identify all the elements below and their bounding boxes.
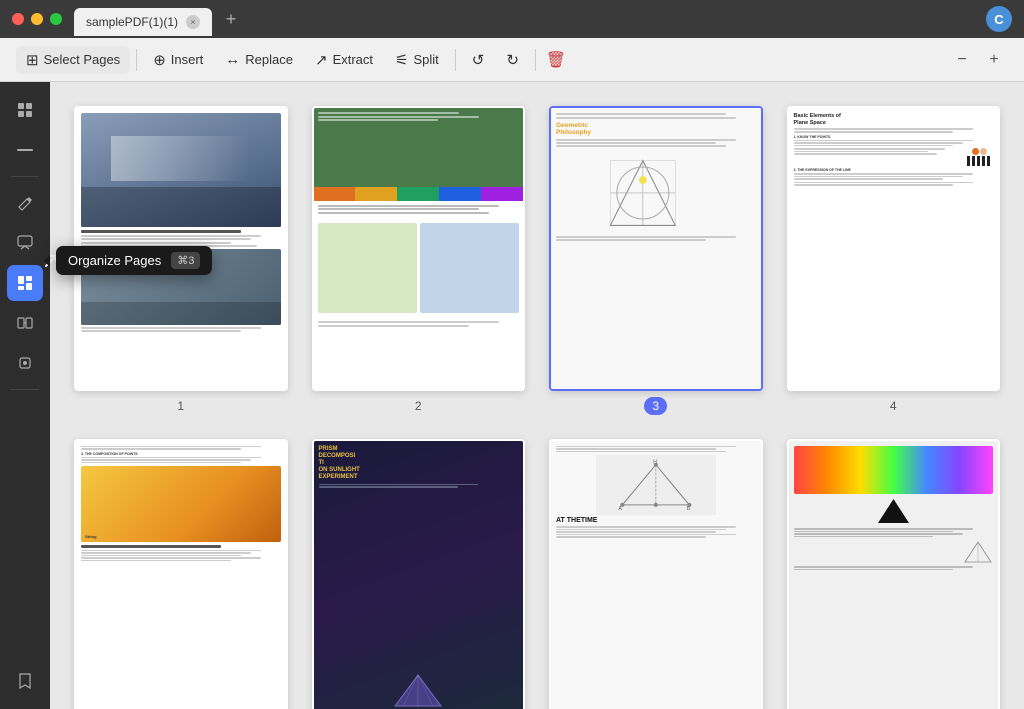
organize-icon	[17, 275, 33, 291]
prism-pyramid	[393, 673, 443, 708]
split-label: Split	[413, 52, 438, 67]
page-thumb-3[interactable]: GeometricPhilosophy	[549, 106, 763, 391]
zoom-out-button[interactable]: −	[948, 46, 976, 74]
toolbar: ⊞ Select Pages ⊕ Insert ↔ Replace ↗ Extr…	[0, 38, 1024, 82]
page-item-3[interactable]: GeometricPhilosophy	[549, 106, 763, 415]
main-content: Organize Pages ⌘3	[0, 82, 1024, 709]
svg-text:A: A	[618, 506, 622, 511]
titlebar: samplePDF(1)(1) × + C	[0, 0, 1024, 38]
sidebar-btn-annotate[interactable]	[7, 225, 43, 261]
delete-button[interactable]: 🗑	[542, 46, 570, 74]
page-item-8[interactable]: 8	[787, 439, 1001, 709]
sidebar-btn-organize[interactable]	[7, 265, 43, 301]
rotate-right-button[interactable]: ↻	[496, 46, 529, 74]
extract-button[interactable]: ↗ Extract	[305, 46, 383, 74]
sidebar-btn-minus[interactable]	[7, 132, 43, 168]
annotate-icon	[17, 235, 33, 251]
small-triangle	[963, 540, 993, 564]
tooltip: Organize Pages ⌘3	[56, 246, 212, 275]
page-item-7[interactable]: A B H AT THETIME 7	[549, 439, 763, 709]
sidebar-separator-2	[11, 389, 39, 390]
page-thumb-5[interactable]: 3. THE COMPOSITION OF POINTS String	[74, 439, 288, 709]
bookmark-icon	[18, 673, 32, 689]
rotate-right-icon: ↻	[506, 51, 519, 69]
geometry-diagram: A B H	[602, 458, 710, 512]
replace-button[interactable]: ↔ Replace	[215, 46, 303, 73]
page-item-4[interactable]: Basic Elements ofPlane Space 1. KNOW THE…	[787, 106, 1001, 415]
page-number-1: 1	[169, 397, 192, 415]
insert-icon: ⊕	[153, 51, 166, 69]
insert-button[interactable]: ⊕ Insert	[143, 46, 213, 74]
plugin-icon	[17, 355, 33, 371]
page-item-5[interactable]: 3. THE COMPOSITION OF POINTS String	[74, 439, 288, 709]
sidebar-btn-plugin[interactable]	[7, 345, 43, 381]
active-tab[interactable]: samplePDF(1)(1) ×	[74, 8, 212, 36]
page-grid: 1	[74, 106, 1000, 709]
close-window-button[interactable]	[12, 13, 24, 25]
page-thumb-4[interactable]: Basic Elements ofPlane Space 1. KNOW THE…	[787, 106, 1001, 391]
left-sidebar	[0, 82, 50, 709]
triangle-shape	[876, 497, 911, 525]
toolbar-divider-3	[535, 49, 536, 71]
tab-close-button[interactable]: ×	[186, 15, 200, 29]
add-tab-button[interactable]: +	[220, 8, 242, 30]
edit-icon	[17, 195, 33, 211]
user-avatar[interactable]: C	[986, 6, 1012, 32]
minus-icon	[17, 149, 33, 151]
split-button[interactable]: ⚟ Split	[385, 46, 449, 74]
minimize-window-button[interactable]	[31, 13, 43, 25]
tooltip-shortcut: ⌘3	[171, 252, 200, 269]
tab-bar: samplePDF(1)(1) × +	[74, 2, 986, 36]
geometric-diagram	[586, 154, 726, 232]
rotate-left-button[interactable]: ↺	[462, 46, 495, 74]
combine-icon	[17, 315, 33, 331]
sidebar-btn-combine[interactable]	[7, 305, 43, 341]
traffic-lights	[12, 13, 62, 25]
tooltip-label: Organize Pages	[68, 253, 161, 268]
extract-label: Extract	[333, 52, 373, 67]
split-icon: ⚟	[395, 51, 408, 69]
page-number-3: 3	[644, 397, 667, 415]
page-thumb-6[interactable]: PRISMDECOMPOSITION SUNLIGHTEXPERIMENT	[312, 439, 526, 709]
replace-icon: ↔	[225, 51, 240, 68]
svg-text:B: B	[687, 506, 691, 511]
page-item-2[interactable]: 2	[312, 106, 526, 415]
toolbar-divider-2	[455, 49, 456, 71]
zoom-controls: − +	[948, 46, 1008, 74]
page-number-4: 4	[882, 397, 905, 415]
toolbar-divider-1	[136, 49, 137, 71]
select-pages-label: Select Pages	[44, 52, 121, 67]
maximize-window-button[interactable]	[50, 13, 62, 25]
page-grid-container[interactable]: 1	[50, 82, 1024, 709]
page-thumb-8[interactable]	[787, 439, 1001, 709]
extract-icon: ↗	[315, 51, 328, 69]
page-number-2: 2	[407, 397, 430, 415]
replace-label: Replace	[245, 52, 293, 67]
page-item-6[interactable]: PRISMDECOMPOSITION SUNLIGHTEXPERIMENT	[312, 439, 526, 709]
tab-title: samplePDF(1)(1)	[86, 15, 178, 29]
svg-text:H: H	[653, 459, 657, 465]
page-thumb-2[interactable]	[312, 106, 526, 391]
sidebar-btn-edit[interactable]	[7, 185, 43, 221]
sidebar-separator-1	[11, 176, 39, 177]
page-thumb-7[interactable]: A B H AT THETIME	[549, 439, 763, 709]
select-pages-icon: ⊞	[26, 51, 39, 69]
rotate-left-icon: ↺	[472, 51, 485, 69]
home-icon	[16, 101, 34, 119]
zoom-in-button[interactable]: +	[980, 46, 1008, 74]
sidebar-btn-home[interactable]	[7, 92, 43, 128]
select-pages-button[interactable]: ⊞ Select Pages	[16, 46, 130, 74]
sidebar-btn-bookmark[interactable]	[7, 663, 43, 699]
insert-label: Insert	[171, 52, 204, 67]
